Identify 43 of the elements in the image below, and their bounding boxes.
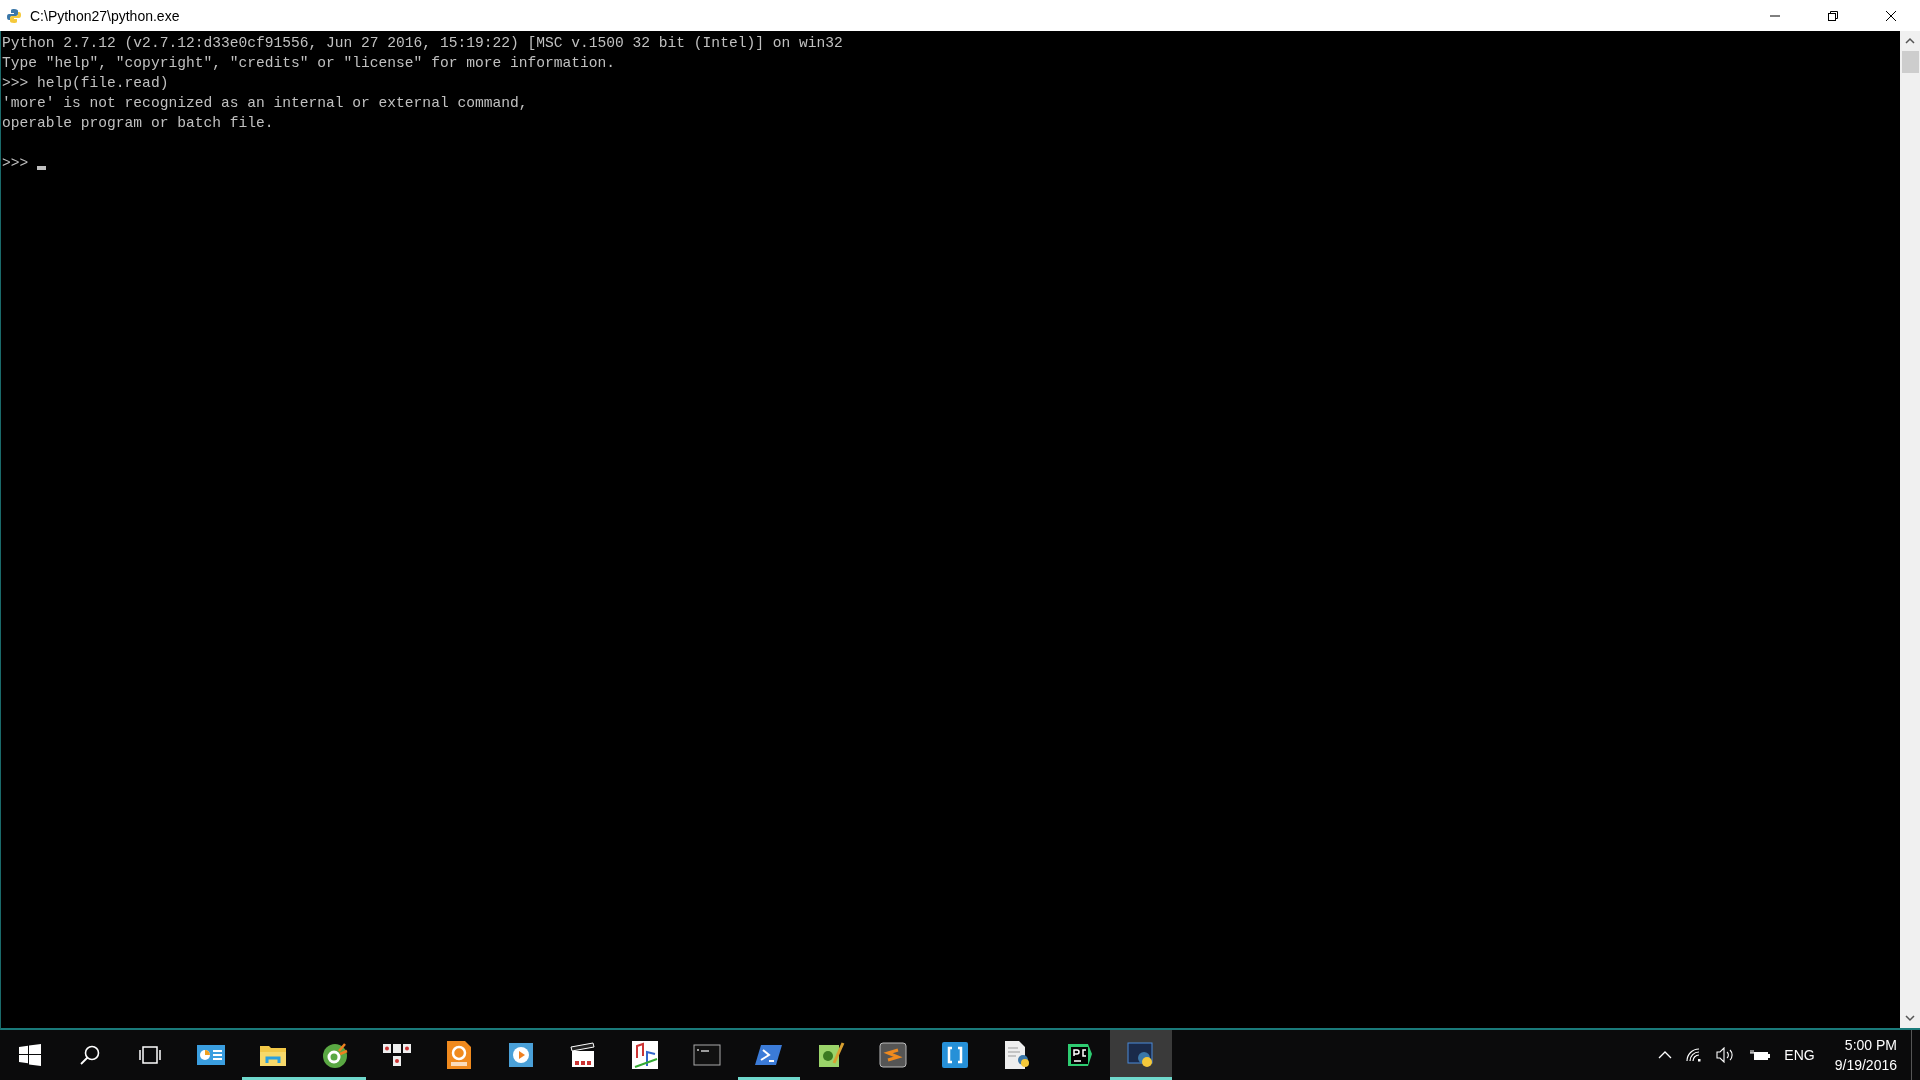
console-line: >>> help(file.read)	[2, 74, 170, 93]
window-title: C:\Python27\python.exe	[30, 7, 180, 24]
scrollbar-thumb[interactable]	[1901, 51, 1919, 73]
pdf-file-icon	[446, 1040, 472, 1070]
clock-time[interactable]: 5:00 PM	[1844, 1035, 1897, 1055]
keyboard-keys-icon	[382, 1042, 412, 1068]
dashboard-window-icon	[196, 1043, 226, 1067]
terminal-icon	[693, 1043, 721, 1067]
ring-logo-icon	[321, 1041, 349, 1069]
console-prompt: >>>	[2, 154, 29, 173]
task-view-icon	[138, 1045, 162, 1065]
folder-icon	[259, 1043, 287, 1067]
editor-s-icon	[879, 1042, 907, 1068]
pc-ide-icon	[1065, 1041, 1093, 1069]
python-window-icon	[1127, 1042, 1155, 1068]
console-line: Type "help", "copyright", "credits" or "license" for more information.	[2, 54, 617, 73]
scrollbar[interactable]	[1900, 31, 1920, 1028]
powershell-prompt-icon	[755, 1043, 783, 1067]
windows-logo-icon	[19, 1044, 41, 1066]
running-indicator	[738, 1077, 800, 1080]
text-cursor	[37, 166, 47, 170]
console-line: Python 2.7.12 (v2.7.12:d33e0cf91556, Jun 27 2016, 15:19:22) [MSC v.1500 32 bit (Intel)] on win32	[2, 34, 844, 53]
battery-icon[interactable]	[1750, 1049, 1771, 1061]
python-logo-icon	[6, 7, 22, 24]
restore-icon	[1827, 9, 1839, 22]
console-line: 'more' is not recognized as an internal or external command,	[2, 94, 529, 113]
console-line: operable program or batch file.	[2, 114, 275, 133]
scroll-up-icon[interactable]	[1905, 37, 1915, 45]
chevron-up-icon[interactable]	[1658, 1051, 1673, 1059]
search-icon	[79, 1044, 101, 1066]
scroll-down-icon[interactable]	[1905, 1014, 1915, 1022]
python-file-icon	[1003, 1040, 1031, 1070]
input-language-indicator[interactable]: ENG	[1784, 1047, 1815, 1063]
clock-date[interactable]: 9/19/2016	[1834, 1055, 1897, 1075]
running-indicator	[1110, 1077, 1172, 1080]
notepad-pen-icon	[817, 1041, 845, 1069]
wifi-icon[interactable]	[1686, 1048, 1703, 1062]
brackets-icon	[941, 1041, 969, 1069]
taskbar-app-button[interactable]	[1110, 1030, 1172, 1080]
clapperboard-icon	[569, 1041, 597, 1069]
close-icon	[1885, 9, 1897, 22]
music-notes-icon	[631, 1040, 659, 1070]
play-button-icon	[508, 1042, 534, 1068]
